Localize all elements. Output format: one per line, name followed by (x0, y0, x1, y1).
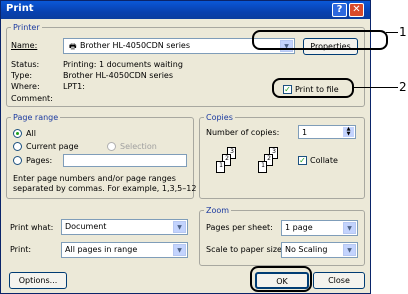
copies-value: 1 (302, 128, 308, 137)
type-value: Brother HL-4050CDN series (63, 71, 173, 80)
print-what-select[interactable]: Document ▼ (61, 219, 188, 235)
options-button[interactable]: Options... (9, 272, 67, 289)
printer-icon: 🖶 (69, 42, 77, 51)
status-value: Printing: 1 documents waiting (63, 60, 183, 69)
ok-button-highlight (250, 266, 312, 292)
pages-per-sheet-value: 1 page (285, 223, 313, 232)
current-page-label[interactable]: Current page (26, 142, 79, 151)
printer-legend: Printer (13, 23, 40, 32)
close-window-button[interactable]: ✕ (349, 3, 364, 17)
type-label: Type: (11, 71, 33, 80)
page-range-help-line1: Enter page numbers and/or page ranges (13, 174, 176, 183)
dialog-title: Print (6, 3, 34, 14)
title-bar[interactable]: Print ? ✕ (1, 1, 370, 19)
zoom-legend: Zoom (206, 206, 230, 215)
all-label[interactable]: All (26, 129, 36, 138)
chevron-down-icon[interactable]: ▼ (173, 244, 186, 256)
printer-name-value: Brother HL-4050CDN series (80, 41, 190, 50)
scale-label: Scale to paper size: (206, 245, 285, 254)
status-label: Status: (11, 60, 40, 69)
collate-page-icon: 1 (216, 161, 225, 173)
page-range-help-line2: separated by commas. For example, 1,3,5–… (13, 184, 197, 193)
pages-label[interactable]: Pages: (26, 156, 52, 165)
spinner-arrows-icon[interactable]: ▲ ▼ (343, 127, 354, 137)
callout-1-line (386, 32, 398, 33)
copies-legend: Copies (206, 113, 233, 122)
collate-page-icon: 1 (258, 161, 267, 173)
collate-label[interactable]: Collate (310, 156, 338, 165)
copies-spinner[interactable]: 1 ▲ ▼ (298, 125, 356, 139)
chevron-down-icon[interactable]: ▼ (343, 222, 356, 234)
where-value: LPT1: (63, 82, 85, 91)
callout-2-line (354, 87, 398, 88)
selection-radio (107, 142, 116, 151)
comment-label: Comment: (11, 94, 53, 103)
callout-2-label: 2 (399, 80, 407, 94)
print-what-label: Print what: (10, 223, 54, 232)
close-button[interactable]: Close (313, 272, 365, 289)
page-range-legend: Page range (13, 113, 59, 122)
current-page-radio[interactable] (13, 142, 22, 151)
all-radio[interactable] (13, 129, 22, 138)
print-select[interactable]: All pages in range ▼ (61, 242, 188, 258)
print-label: Print: (10, 245, 32, 254)
pages-per-sheet-label: Pages per sheet: (206, 223, 273, 232)
chevron-down-icon[interactable]: ▼ (343, 244, 356, 256)
name-label: Name: (11, 41, 38, 50)
help-button[interactable]: ? (332, 3, 347, 17)
number-of-copies-label: Number of copies: (206, 128, 280, 137)
callout-2-outline (272, 78, 354, 98)
callout-1-outline (252, 30, 388, 50)
scale-value: No Scaling (285, 245, 328, 254)
pages-input[interactable] (63, 154, 187, 167)
pages-per-sheet-select[interactable]: 1 page ▼ (281, 220, 358, 236)
print-what-value: Document (65, 222, 107, 231)
pages-radio[interactable] (13, 156, 22, 165)
print-value: All pages in range (65, 245, 138, 254)
callout-1-label: 1 (399, 25, 407, 39)
collate-checkbox[interactable]: ✓ (298, 156, 307, 165)
selection-label: Selection (120, 142, 157, 151)
chevron-down-icon[interactable]: ▼ (173, 221, 186, 233)
scale-select[interactable]: No Scaling ▼ (281, 242, 358, 258)
where-label: Where: (11, 82, 40, 91)
